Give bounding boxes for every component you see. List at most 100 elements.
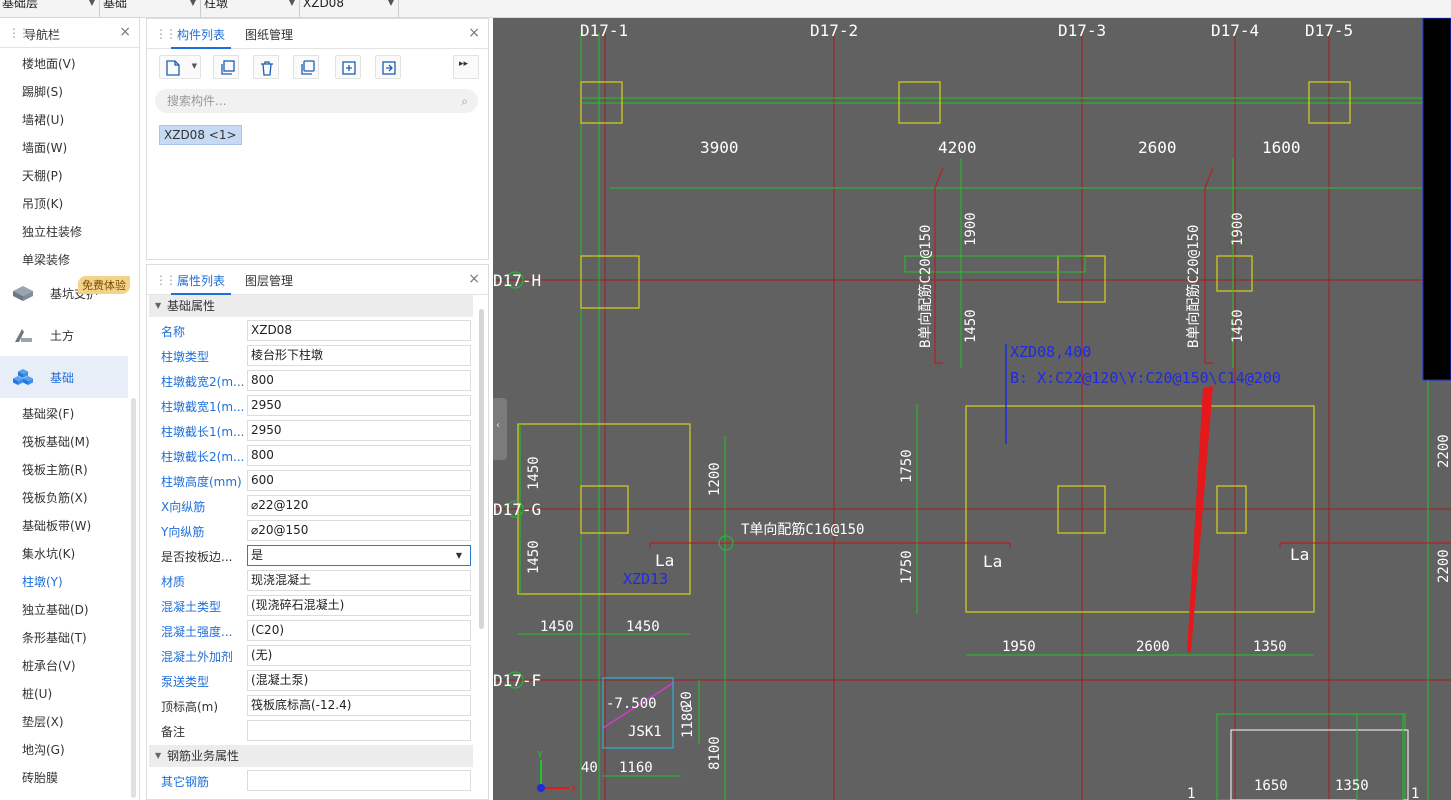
nav-item[interactable]: 基础板带(W) [22, 517, 91, 534]
nav-item[interactable]: 楼地面(V) [22, 55, 76, 72]
dim-text: 1900 [963, 212, 979, 246]
axis-label-top: D17-2 [810, 21, 858, 40]
component-select[interactable]: XZD08 ▼ [301, 0, 399, 18]
nav-item[interactable]: 吊顶(K) [22, 195, 63, 212]
component-search-input[interactable]: 搜索构件... ⌕ [155, 89, 478, 113]
new-component-button[interactable]: ▼ [159, 55, 201, 79]
nav-item[interactable]: 基础梁(F) [22, 405, 74, 422]
property-value[interactable]: 筏板底标高(-12.4) [247, 695, 471, 716]
rebar-label: B单向配筋C20@150 [917, 225, 934, 348]
category-label: 土方 [50, 329, 75, 343]
axis-label-top: D17-1 [580, 21, 628, 40]
elevation-label: -7.500 [606, 696, 657, 712]
more-tools-button[interactable]: ▸▸ [453, 55, 479, 79]
nav-item[interactable]: 集水坑(K) [22, 545, 75, 562]
property-value-text: 现浇混凝土 [251, 573, 312, 587]
cad-drawing-canvas[interactable]: Y X D17-1 D17-2 D17-3 D17-4 D17-5 D17-H … [493, 18, 1451, 800]
category-foundation[interactable]: 基础 [0, 356, 128, 398]
property-label: 是否按板边... [161, 550, 233, 564]
floor-select[interactable]: 基础层 ▼ [0, 0, 100, 18]
property-value[interactable]: (C20) [247, 620, 471, 641]
nav-item[interactable]: 桩(U) [22, 685, 52, 702]
nav-item[interactable]: 单梁装修 [22, 251, 70, 268]
property-value[interactable]: 2950 [247, 420, 471, 441]
free-trial-badge[interactable]: 免费体验 [78, 276, 130, 294]
import-button[interactable] [335, 55, 361, 79]
dim-text: 1450 [526, 456, 542, 490]
span-dim: 4200 [938, 138, 977, 157]
chevron-down-icon: ▼ [88, 0, 95, 7]
property-label: 柱墩高度(mm) [161, 475, 242, 489]
property-value[interactable]: 800 [247, 370, 471, 391]
nav-item[interactable]: 筏板基础(M) [22, 433, 90, 450]
collapse-triangle-icon: ▼ [155, 301, 162, 310]
nav-scrollbar[interactable] [131, 398, 136, 798]
delete-icon [261, 61, 273, 76]
nav-item[interactable]: 踢脚(S) [22, 83, 63, 100]
pier-boxes [517, 81, 1351, 613]
property-value[interactable]: 600 [247, 470, 471, 491]
property-label: 顶标高(m) [161, 700, 219, 714]
drag-grip-icon[interactable]: ⋮⋮ [155, 27, 177, 41]
property-value[interactable]: (无) [247, 645, 471, 666]
property-value[interactable]: (混凝土泵) [247, 670, 471, 691]
rebar-label: B单向配筋C20@150 [1185, 225, 1202, 348]
cad-drawing[interactable]: Y X D17-1 D17-2 D17-3 D17-4 D17-5 D17-H … [493, 18, 1451, 800]
property-value[interactable]: ⌀20@150 [247, 520, 471, 541]
tab-drawing-manage[interactable]: 图纸管理 [245, 26, 293, 43]
axis-label-left: D17-G [493, 500, 541, 519]
property-value[interactable]: 800 [247, 445, 471, 466]
dim-text: 1450 [526, 540, 542, 574]
property-value[interactable]: (现浇碎石混凝土) [247, 595, 471, 616]
copy-button[interactable] [213, 55, 239, 79]
la-label: La [983, 552, 1002, 571]
property-value[interactable]: XZD08 [247, 320, 471, 341]
dim-text: 1160 [619, 760, 653, 776]
property-scrollbar[interactable] [479, 309, 484, 629]
nav-item[interactable]: 墙面(W) [22, 139, 67, 156]
property-value[interactable] [247, 770, 471, 791]
nav-item[interactable]: 条形基础(T) [22, 629, 87, 646]
nav-item[interactable]: 筏板主筋(R) [22, 461, 88, 478]
nav-item[interactable]: 独立基础(D) [22, 601, 89, 618]
close-icon[interactable]: × [119, 24, 131, 40]
nav-item[interactable]: 独立柱装修 [22, 223, 82, 240]
nav-item[interactable]: 垫层(X) [22, 713, 64, 730]
property-value[interactable] [247, 720, 471, 741]
nav-item[interactable]: 墙裙(U) [22, 111, 64, 128]
section-basic-properties[interactable]: ▼ 基础属性 [149, 295, 473, 317]
property-value[interactable]: ⌀22@120 [247, 495, 471, 516]
nav-item[interactable]: 地沟(G) [22, 741, 65, 758]
nav-item[interactable]: 筏板负筋(X) [22, 489, 88, 506]
component-list-item-selected[interactable]: XZD08 <1> [159, 125, 242, 145]
tab-component-list[interactable]: 构件列表 [177, 26, 225, 43]
copy-layer-button[interactable] [293, 55, 319, 79]
span-dim: 2600 [1138, 138, 1177, 157]
nav-item[interactable]: 桩承台(V) [22, 657, 76, 674]
category-earthwork[interactable]: 土方 [0, 314, 128, 356]
nav-item[interactable]: 天棚(P) [22, 167, 63, 184]
property-value[interactable]: 棱台形下柱墩 [247, 345, 471, 366]
close-icon[interactable]: × [468, 271, 480, 287]
delete-button[interactable] [253, 55, 279, 79]
category-select[interactable]: 基础 ▼ [101, 0, 201, 18]
component-tabs: ⋮⋮ 构件列表 图纸管理 × [147, 19, 488, 49]
property-select[interactable]: 是 ▼ [247, 545, 471, 566]
nav-item-pier-selected[interactable]: 柱墩(Y) [22, 573, 63, 590]
close-icon[interactable]: × [468, 25, 480, 41]
property-label: 备注 [161, 725, 186, 739]
nav-item[interactable]: 砖胎膜 [22, 769, 58, 786]
tab-property-list[interactable]: 属性列表 [177, 272, 225, 289]
section-rebar-properties[interactable]: ▼ 钢筋业务属性 [149, 745, 473, 767]
property-value[interactable]: 2950 [247, 395, 471, 416]
dim-text: 1200 [707, 462, 723, 496]
panel-collapse-handle[interactable]: ‹ [493, 398, 507, 460]
property-value[interactable]: 现浇混凝土 [247, 570, 471, 591]
property-value-text: 棱台形下柱墩 [251, 348, 324, 362]
tab-layer-manage[interactable]: 图层管理 [245, 272, 293, 289]
export-button[interactable] [375, 55, 401, 79]
property-value-text: ⌀22@120 [251, 498, 309, 512]
tag-name: XZD08,400 [1010, 343, 1091, 361]
drag-grip-icon[interactable]: ⋮⋮ [155, 273, 177, 287]
type-select[interactable]: 柱墩 ▼ [202, 0, 300, 18]
